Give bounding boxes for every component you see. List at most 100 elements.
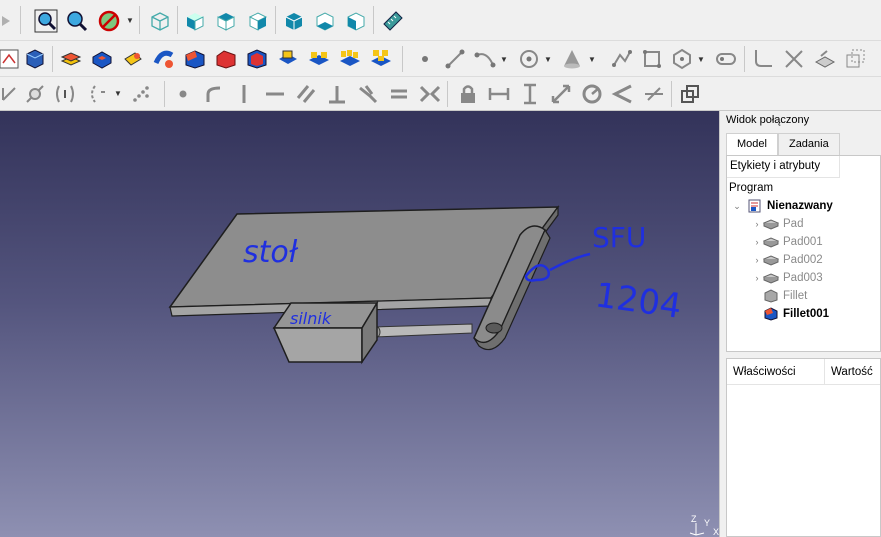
constrain-radius-icon[interactable] — [52, 81, 78, 107]
constrain-distance-y-icon[interactable] — [517, 81, 543, 107]
toggle-construction-icon[interactable] — [677, 81, 703, 107]
fillet-icon[interactable] — [182, 46, 208, 72]
tree-root-label: Program — [729, 182, 774, 194]
constrain-horizontal-icon[interactable] — [0, 81, 22, 107]
lock-icon[interactable] — [455, 81, 481, 107]
freecad-window: ▼ ▼ ▼ ▼ ▼ ▼ stoł silnik SFU 1204 Z Y X W… — [0, 0, 881, 537]
right-view-icon[interactable] — [245, 8, 271, 34]
constrain-vertical-icon[interactable] — [231, 81, 257, 107]
constrain-parallel-icon[interactable] — [293, 81, 319, 107]
play-icon[interactable] — [0, 8, 14, 34]
constrain-horizontal-line-icon[interactable] — [262, 81, 288, 107]
chevron-right-icon[interactable]: › — [751, 219, 763, 229]
draft-icon[interactable] — [244, 46, 270, 72]
lead-screw[interactable] — [373, 323, 473, 338]
constrain-tangent2-icon[interactable] — [355, 81, 381, 107]
constrain-arc-icon[interactable] — [86, 81, 112, 107]
chevron-right-icon[interactable]: › — [751, 273, 763, 283]
tab-model[interactable]: Model — [726, 133, 778, 156]
chevron-down-icon[interactable]: ▼ — [500, 55, 508, 64]
trim-icon[interactable] — [781, 46, 807, 72]
constrain-angle-icon[interactable] — [610, 81, 636, 107]
part-design-toolbar: ▼ ▼ ▼ ▼ — [0, 41, 881, 77]
combo-tabs: Model Zadania — [726, 133, 840, 156]
property-column-header[interactable]: Właściwości — [727, 359, 825, 384]
constrain-perpendicular-icon[interactable] — [324, 81, 350, 107]
constrain-tangent-icon[interactable] — [201, 81, 227, 107]
chevron-down-icon[interactable]: ▼ — [588, 55, 596, 64]
pad-icon[interactable] — [58, 46, 84, 72]
fillet-sketch-icon[interactable] — [750, 46, 776, 72]
sketch-icon[interactable] — [0, 46, 22, 72]
tree-item-fillet001[interactable]: Fillet001 — [763, 305, 829, 323]
constrain-snell-icon[interactable] — [641, 81, 667, 107]
rear-view-icon[interactable] — [281, 8, 307, 34]
chamfer-icon[interactable] — [213, 46, 239, 72]
constrain-distance-icon[interactable] — [548, 81, 574, 107]
chevron-down-icon[interactable]: ⌄ — [731, 201, 743, 212]
mirrored-icon[interactable] — [306, 46, 332, 72]
bottom-view-icon[interactable] — [312, 8, 338, 34]
fillet-feature-icon — [764, 307, 778, 321]
measure-icon[interactable] — [380, 8, 406, 34]
constrain-point-icon[interactable] — [170, 81, 196, 107]
property-view: Właściwości Wartość — [726, 358, 881, 537]
revolution-icon[interactable] — [120, 46, 146, 72]
conic-icon[interactable] — [559, 46, 585, 72]
model-scene: stoł silnik SFU 1204 — [168, 205, 684, 365]
body-icon[interactable] — [22, 46, 48, 72]
constrain-symmetric-icon[interactable] — [417, 81, 443, 107]
chevron-down-icon[interactable]: ▼ — [544, 55, 552, 64]
polygon-icon[interactable] — [669, 46, 695, 72]
constrain-coincident-icon[interactable] — [22, 81, 48, 107]
front-view-icon[interactable] — [182, 8, 208, 34]
external-geometry-icon[interactable] — [812, 46, 838, 72]
isometric-view-icon[interactable] — [147, 8, 173, 34]
groove-icon[interactable] — [151, 46, 177, 72]
constrain-distance-x-icon[interactable] — [486, 81, 512, 107]
linear-pattern-icon[interactable] — [337, 46, 363, 72]
fillet-feature-icon — [764, 289, 778, 303]
chevron-down-icon[interactable]: ▼ — [114, 89, 122, 98]
axis-y-label: Y — [704, 518, 711, 528]
line-icon[interactable] — [442, 46, 468, 72]
circle-icon[interactable] — [516, 46, 542, 72]
carbon-copy-icon[interactable] — [842, 46, 868, 72]
tree-document[interactable]: ⌄ Nienazwany — [731, 197, 833, 215]
constrain-diameter-icon[interactable] — [579, 81, 605, 107]
polyline-icon[interactable] — [609, 46, 635, 72]
tree-item-pad002[interactable]: › Pad002 — [751, 251, 823, 269]
left-view-icon[interactable] — [343, 8, 369, 34]
fit-all-icon[interactable] — [33, 8, 59, 34]
3d-view[interactable]: stoł silnik SFU 1204 Z Y X — [0, 111, 719, 537]
slot-icon[interactable] — [713, 46, 739, 72]
arc-icon[interactable] — [472, 46, 498, 72]
tree-item-label: Pad002 — [783, 254, 823, 266]
tree-root[interactable]: Program — [729, 179, 773, 197]
point-icon[interactable] — [412, 46, 438, 72]
chevron-down-icon[interactable]: ▼ — [126, 16, 134, 25]
top-view-icon[interactable] — [213, 8, 239, 34]
document-icon — [748, 199, 761, 213]
svg-text:stoł: stoł — [243, 235, 299, 270]
tree-item-pad001[interactable]: › Pad001 — [751, 233, 823, 251]
constrain-equal-icon[interactable] — [386, 81, 412, 107]
polar-pattern-icon[interactable] — [368, 46, 394, 72]
value-column-header[interactable]: Wartość — [825, 359, 873, 384]
constrain-dots-icon[interactable] — [128, 81, 154, 107]
tab-tasks[interactable]: Zadania — [777, 133, 840, 155]
tree-item-pad[interactable]: › Pad — [751, 215, 804, 233]
draw-style-icon[interactable] — [96, 8, 122, 34]
pad-feature-icon — [763, 255, 779, 266]
thickness-icon[interactable] — [275, 46, 301, 72]
fit-selection-icon[interactable] — [64, 8, 90, 34]
pocket-icon[interactable] — [89, 46, 115, 72]
tree-item-fillet[interactable]: Fillet — [763, 287, 807, 305]
tree-item-label: Pad001 — [783, 236, 823, 248]
tree-header: Etykiety i atrybuty — [727, 156, 840, 178]
rectangle-icon[interactable] — [639, 46, 665, 72]
chevron-right-icon[interactable]: › — [751, 237, 763, 247]
chevron-down-icon[interactable]: ▼ — [697, 55, 705, 64]
tree-item-pad003[interactable]: › Pad003 — [751, 269, 823, 287]
chevron-right-icon[interactable]: › — [751, 255, 763, 265]
